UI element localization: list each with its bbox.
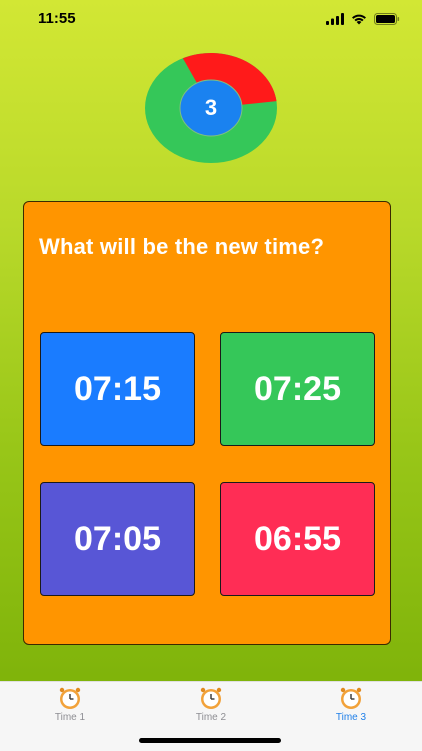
status-icons: [326, 12, 400, 30]
tab-time-3[interactable]: Time 3: [311, 686, 391, 723]
tab-label: Time 2: [195, 712, 227, 723]
answer-button-1[interactable]: 07:15: [40, 332, 195, 446]
wifi-icon: [351, 12, 367, 30]
tab-time-1[interactable]: Time 1: [30, 686, 110, 723]
status-bar: 11:55: [0, 0, 422, 40]
tab-label: Time 1: [54, 712, 86, 723]
home-indicator: [139, 738, 281, 743]
answer-button-2[interactable]: 07:25: [220, 332, 375, 446]
status-time: 11:55: [38, 10, 76, 27]
tab-label: Time 3: [335, 712, 367, 723]
timer-count: 3: [204, 95, 218, 120]
tab-time-2[interactable]: Time 2: [171, 686, 251, 723]
signal-icon: [326, 12, 344, 30]
alarm-clock-icon: [200, 687, 222, 709]
answer-button-3[interactable]: 07:05: [40, 482, 195, 596]
alarm-clock-icon: [340, 687, 362, 709]
battery-icon: [374, 12, 400, 30]
answer-button-4[interactable]: 06:55: [220, 482, 375, 596]
question-text: What will be the new time?: [39, 234, 325, 259]
question-card: What will be the new time? 07:15 07:25 0…: [23, 201, 391, 645]
alarm-clock-icon: [59, 687, 81, 709]
countdown-timer: 3: [144, 52, 278, 164]
